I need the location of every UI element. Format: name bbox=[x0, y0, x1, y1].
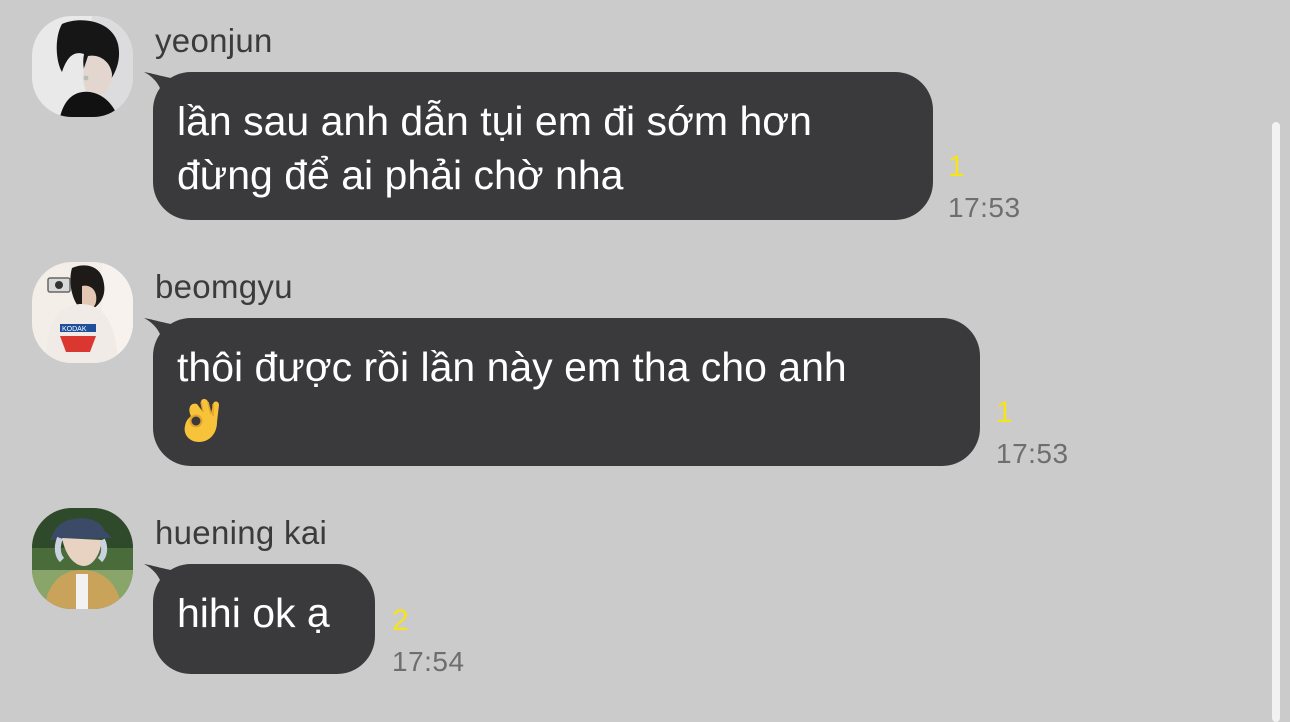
chat-message-list[interactable]: yeonjun lần sau anh dẫn tụi em đi sớm hơ… bbox=[0, 0, 1290, 722]
sender-name: huening kai bbox=[155, 514, 328, 551]
message-time: 17:54 bbox=[392, 646, 465, 677]
message-bubble[interactable]: lần sau anh dẫn tụi em đi sớm hơn đừng đ… bbox=[144, 72, 933, 220]
profile-photo-icon bbox=[32, 16, 133, 117]
bubble-tail bbox=[144, 318, 184, 352]
message-time: 17:53 bbox=[948, 192, 1021, 223]
message-text: hihi ok ạ bbox=[177, 590, 330, 636]
unread-count: 1 bbox=[948, 150, 965, 183]
message-bubble[interactable]: hihi ok ạ bbox=[144, 564, 375, 674]
unread-count: 2 bbox=[392, 604, 409, 637]
sender-name: yeonjun bbox=[155, 22, 273, 59]
bubble-tail bbox=[144, 72, 184, 106]
message-bubble[interactable]: thôi được rồi lần này em tha cho anh bbox=[144, 318, 980, 466]
ok-hand-icon bbox=[184, 399, 219, 442]
unread-count: 1 bbox=[996, 396, 1013, 429]
message-text: lần sau anh dẫn tụi em đi sớm hơn bbox=[177, 98, 812, 144]
avatar[interactable]: KODAK bbox=[32, 262, 133, 363]
profile-photo-icon: KODAK bbox=[32, 262, 133, 363]
profile-photo-icon bbox=[32, 508, 133, 609]
svg-text:KODAK: KODAK bbox=[62, 326, 87, 333]
avatar[interactable] bbox=[32, 16, 133, 117]
bubble-tail bbox=[144, 564, 184, 598]
sender-name: beomgyu bbox=[155, 268, 293, 305]
scrollbar[interactable] bbox=[1272, 122, 1280, 722]
avatar[interactable] bbox=[32, 508, 133, 609]
message-text: đừng để ai phải chờ nha bbox=[177, 152, 624, 198]
message-text: thôi được rồi lần này em tha cho anh bbox=[177, 344, 847, 390]
message-time: 17:53 bbox=[996, 438, 1069, 469]
